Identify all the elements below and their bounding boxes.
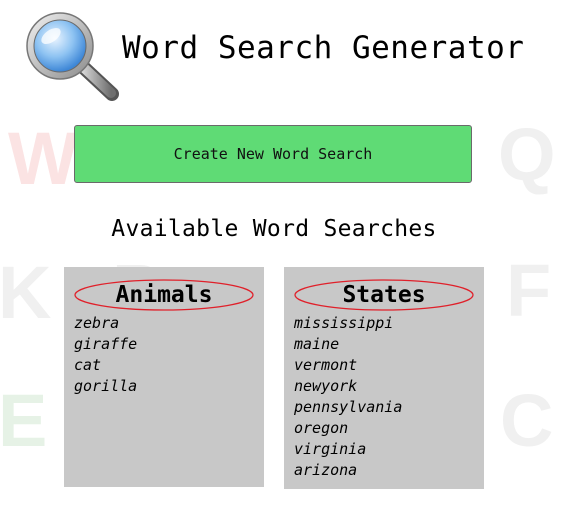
create-word-search-button[interactable]: Create New Word Search	[74, 125, 472, 183]
word-search-title: States	[342, 282, 426, 308]
background-letter: E	[0, 379, 48, 462]
word-search-card: Animals zebra giraffe cat gorilla	[64, 267, 264, 487]
list-item: vermont	[294, 356, 358, 374]
word-list: zebra giraffe cat gorilla	[74, 313, 137, 397]
word-search-title: Animals	[115, 282, 213, 308]
list-item: gorilla	[74, 377, 138, 395]
list-item: giraffe	[74, 335, 138, 353]
list-item: pennsylvania	[294, 398, 403, 416]
section-heading: Available Word Searches	[111, 216, 437, 242]
list-item: cat	[74, 356, 102, 374]
word-search-title-link[interactable]: Animals	[73, 278, 255, 312]
background-letter: Q	[498, 113, 556, 196]
list-item: oregon	[294, 419, 349, 437]
background-letter: W	[8, 117, 78, 200]
list-item: maine	[294, 335, 340, 353]
list-item: mississippi	[294, 314, 394, 332]
page-title: Word Search Generator	[122, 30, 525, 66]
magnifying-glass-icon	[22, 10, 122, 102]
list-item: arizona	[294, 461, 358, 479]
background-letter: F	[506, 249, 552, 332]
list-item: newyork	[294, 377, 358, 395]
word-search-title-link[interactable]: States	[293, 278, 475, 312]
background-letter: K	[0, 251, 52, 334]
background-letter: C	[500, 379, 554, 462]
list-item: zebra	[74, 314, 120, 332]
word-list: mississippi maine vermont newyork pennsy…	[294, 313, 402, 481]
word-search-card: States mississippi maine vermont newyork…	[284, 267, 484, 489]
list-item: virginia	[294, 440, 367, 458]
